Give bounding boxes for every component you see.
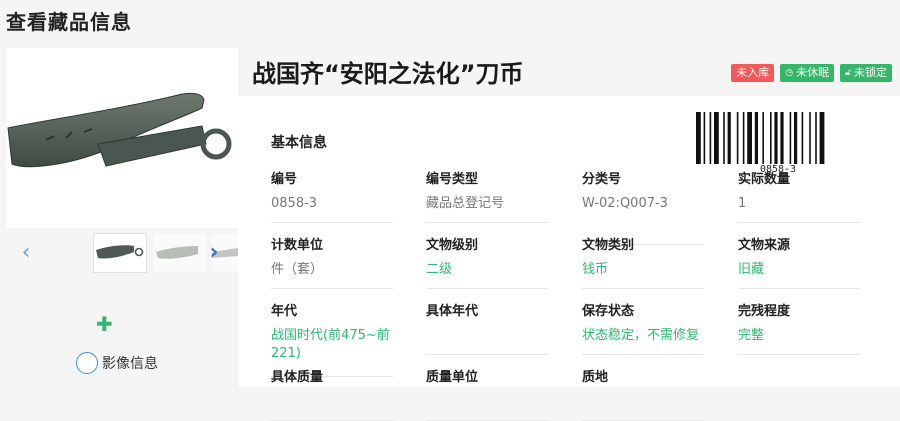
chevron-right-icon[interactable]: ›: [206, 240, 222, 266]
field-12: 具体质量: [271, 366, 393, 421]
barcode-bar: [709, 112, 712, 164]
section-title: 基本信息: [271, 135, 327, 151]
field-value: [582, 393, 704, 421]
thumbnail-2[interactable]: [154, 234, 206, 272]
barcode-bar: [723, 112, 725, 164]
basic-info-card: 基本信息 0858-3 编号 0858-3 编号类型 藏品总登记号 分类号 W-02:Q0…: [238, 96, 900, 421]
field-5: 文物级别 二级: [426, 234, 548, 289]
field-label: 计数单位: [271, 238, 324, 253]
field-14: 质地: [582, 366, 704, 421]
field-7: 文物来源 旧藏: [738, 234, 860, 289]
field-1: 编号类型藏品总登记号: [426, 168, 548, 223]
field-label: 文物来源: [738, 238, 791, 253]
badge-label: 未休眠: [796, 66, 830, 79]
field-value: 钱币: [582, 261, 704, 289]
field-label: 分类号: [582, 172, 622, 187]
barcode-bar: [770, 112, 772, 164]
image-info-label: 影像信息: [102, 356, 158, 372]
field-label: 完残程度: [738, 304, 791, 319]
field-label: 质地: [582, 370, 609, 385]
field-label: 文物类别: [582, 238, 635, 253]
barcode-bar: [780, 112, 784, 164]
barcode-bar: [736, 112, 739, 164]
field-value: [426, 327, 548, 355]
barcode-bar: [747, 112, 752, 164]
image-info-node[interactable]: 影像信息: [76, 350, 158, 376]
field-label: 编号: [271, 172, 298, 187]
field-value: 状态稳定，不需修复: [582, 327, 704, 355]
thumbnail-strip: ‹ ›: [6, 232, 238, 276]
field-value: 件（套）: [271, 261, 393, 289]
field-value: 旧藏: [738, 261, 860, 289]
barcode-bar: [801, 112, 804, 164]
barcode-bar: [794, 112, 798, 164]
plus-icon[interactable]: ✚: [96, 312, 113, 336]
barcode-bar: [714, 112, 719, 164]
timeline-node-icon: [76, 352, 98, 374]
field-value: 藏品总登记号: [426, 195, 548, 223]
barcode-bar: [819, 112, 825, 164]
field-label: 编号类型: [426, 172, 479, 187]
barcode-bar: [815, 112, 817, 164]
field-4: 计数单位件（套）: [271, 234, 393, 289]
chevron-left-icon[interactable]: ‹: [18, 240, 34, 266]
clock-icon: ◷: [785, 68, 794, 78]
status-badge-not-dormant[interactable]: ◷ 未休眠: [780, 64, 835, 82]
barcode-bar: [742, 112, 745, 164]
status-badge-not-stored[interactable]: 未入库: [731, 64, 775, 82]
barcode-bar: [809, 112, 811, 164]
field-6: 文物类别 钱币: [582, 234, 704, 289]
barcode-bar: [774, 112, 778, 164]
status-badge-not-locked[interactable]: 🔓︎ 未锁定: [840, 64, 892, 82]
field-label: 实际数量: [738, 172, 791, 187]
artifact-main-image[interactable]: [6, 48, 238, 228]
field-value: 完整: [738, 327, 860, 355]
barcode-bar: [703, 112, 706, 164]
field-value: 0858-3: [271, 195, 393, 223]
barcode-bar: [727, 112, 731, 164]
field-label: 具体年代: [426, 304, 479, 319]
field-3: 实际数量 1: [738, 168, 860, 223]
field-value: 二级: [426, 261, 548, 289]
badge-label: 未锁定: [854, 66, 887, 79]
field-13: 质量单位: [426, 366, 548, 421]
artifact-title: 战国齐“安阳之法化”刀币: [252, 60, 524, 88]
thumbnail-1[interactable]: [94, 234, 146, 272]
field-0: 编号 0858-3: [271, 168, 393, 223]
barcode-bar: [754, 112, 758, 164]
barcode-bar: [762, 112, 764, 164]
field-11: 完残程度 完整: [738, 300, 860, 355]
lock-icon: 🔓︎: [845, 68, 851, 78]
field-label: 文物级别: [426, 238, 479, 253]
field-label: 质量单位: [426, 370, 479, 385]
status-badges: 未入库 ◷ 未休眠 🔓︎ 未锁定: [731, 64, 892, 82]
field-value: 1: [738, 195, 860, 223]
field-value: [426, 393, 548, 421]
field-value: [271, 393, 393, 421]
badge-label: 未入库: [736, 66, 770, 79]
field-label: 具体质量: [271, 370, 324, 385]
barcode-bar: [789, 112, 792, 164]
page-title: 查看藏品信息: [6, 10, 132, 34]
field-label: 保存状态: [582, 304, 635, 319]
field-10: 保存状态状态稳定，不需修复: [582, 300, 704, 355]
field-label: 年代: [271, 304, 298, 319]
barcode-bar: [696, 112, 701, 164]
field-9: 具体年代: [426, 300, 548, 355]
